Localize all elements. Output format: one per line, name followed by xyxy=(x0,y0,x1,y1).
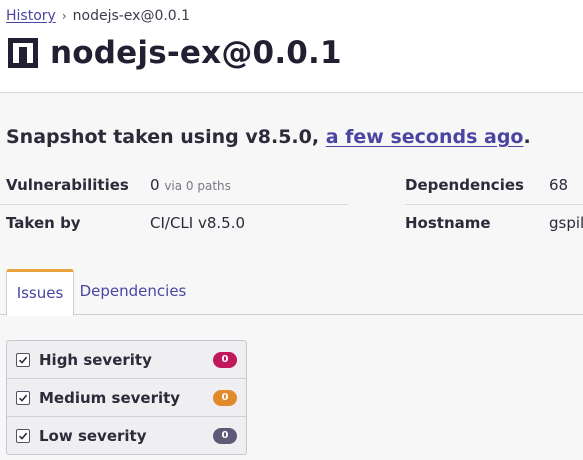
vulnerabilities-paths: via 0 paths xyxy=(164,179,231,193)
tabs-underline xyxy=(0,314,583,315)
medium-severity-count-badge: 0 xyxy=(213,389,237,406)
high-severity-label: High severity xyxy=(39,350,152,369)
high-severity-count-badge: 0 xyxy=(213,351,237,368)
page-title: nodejs-ex@0.0.1 xyxy=(50,35,342,71)
tab-issues[interactable]: Issues xyxy=(6,269,74,316)
project-box-icon xyxy=(8,38,38,68)
low-severity-label: Low severity xyxy=(39,426,147,445)
snapshot-time-link[interactable]: a few seconds ago xyxy=(326,126,524,148)
high-severity-checkbox[interactable] xyxy=(16,352,30,367)
breadcrumb-separator: › xyxy=(61,9,67,23)
dependencies-value: 68 xyxy=(549,176,569,194)
severity-filters: High severity 0 Medium severity 0 Low se… xyxy=(6,340,247,455)
checkmark-icon xyxy=(18,356,28,364)
snapshot-content: Snapshot taken using v8.5.0, a few secon… xyxy=(0,93,583,460)
meta-row-vulnerabilities: Vulnerabilities 0 via 0 paths Dependenci… xyxy=(0,167,583,205)
checkmark-icon xyxy=(18,432,28,440)
medium-severity-label: Medium severity xyxy=(39,388,181,407)
vulnerabilities-count: 0 xyxy=(150,176,160,194)
snapshot-suffix: . xyxy=(523,126,531,148)
breadcrumb-history-link[interactable]: History xyxy=(6,8,56,24)
meta-row-taken-by: Taken by CI/CLI v8.5.0 Hostname gspill xyxy=(0,205,583,243)
hostname-label: Hostname xyxy=(405,214,491,232)
filter-low-severity[interactable]: Low severity 0 xyxy=(7,417,246,454)
breadcrumb: History › nodejs-ex@0.0.1 xyxy=(6,6,190,26)
dependencies-label: Dependencies xyxy=(405,176,524,194)
low-severity-count-badge: 0 xyxy=(213,427,237,444)
title-row: nodejs-ex@0.0.1 xyxy=(8,33,342,73)
page: History › nodejs-ex@0.0.1 nodejs-ex@0.0.1 … xyxy=(0,0,583,460)
filter-medium-severity[interactable]: Medium severity 0 xyxy=(7,379,246,417)
header: History › nodejs-ex@0.0.1 nodejs-ex@0.0.1 xyxy=(0,0,583,93)
vulnerabilities-value: 0 via 0 paths xyxy=(150,176,231,194)
medium-severity-checkbox[interactable] xyxy=(16,390,30,405)
hostname-value: gspill xyxy=(549,214,583,232)
vulnerabilities-label: Vulnerabilities xyxy=(6,176,129,194)
snapshot-summary: Snapshot taken using v8.5.0, a few secon… xyxy=(6,126,531,148)
taken-by-label: Taken by xyxy=(6,214,81,232)
snapshot-prefix: Snapshot taken using v8.5.0, xyxy=(6,126,326,148)
taken-by-value: CI/CLI v8.5.0 xyxy=(150,214,246,232)
breadcrumb-current: nodejs-ex@0.0.1 xyxy=(72,8,191,24)
filter-high-severity[interactable]: High severity 0 xyxy=(7,341,246,379)
low-severity-checkbox[interactable] xyxy=(16,428,30,443)
tab-dependencies[interactable]: Dependencies xyxy=(78,269,188,314)
checkmark-icon xyxy=(18,394,28,402)
